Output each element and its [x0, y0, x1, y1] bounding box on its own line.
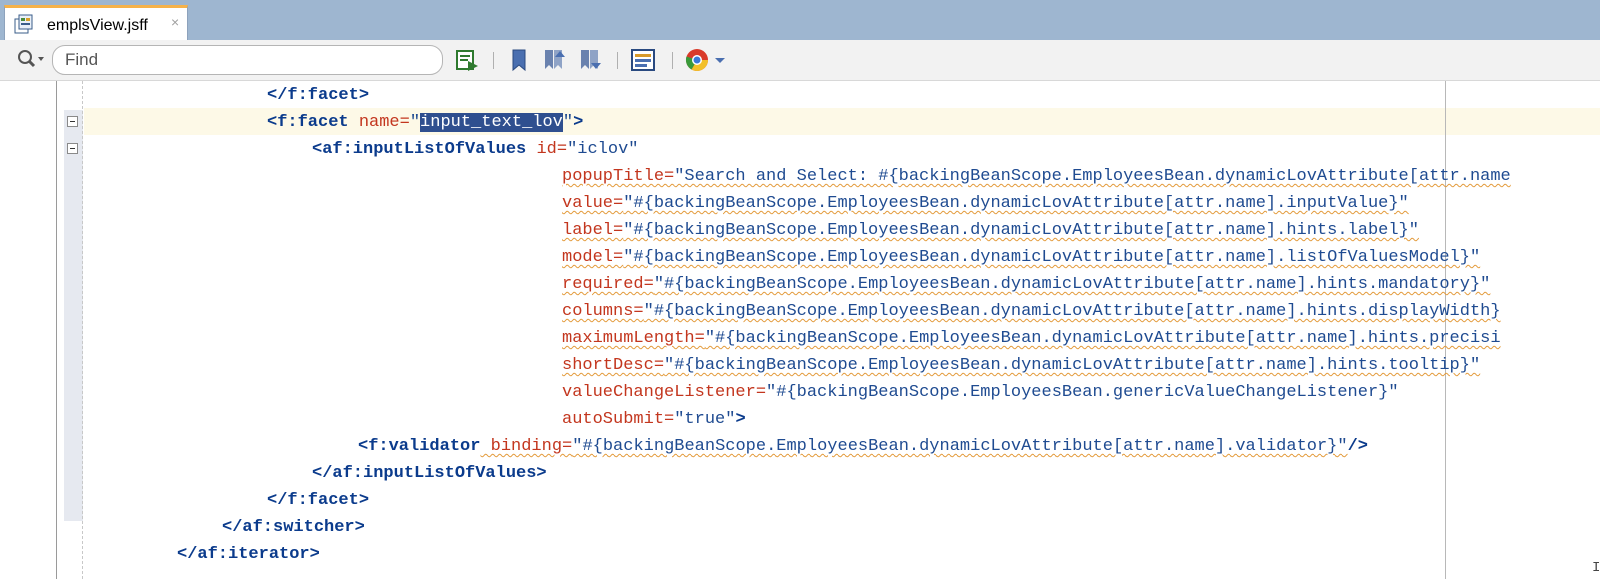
editor-tab-bar: emplsView.jsff ×	[0, 0, 1600, 40]
code-val: "#{backingBeanScope.EmployeesBean.generi…	[766, 383, 1399, 402]
dropdown-arrow-icon[interactable]	[712, 47, 728, 73]
code-val: "#{backingBeanScope.EmployeesBean.dynami…	[623, 221, 1419, 240]
code-tag: </af:inputListOfValues>	[312, 464, 547, 483]
fold-collapse-icon[interactable]	[67, 143, 78, 154]
code-attr: popupTitle=	[562, 167, 675, 186]
toggle-highlight-icon[interactable]	[630, 47, 656, 73]
code-val: "#{backingBeanScope.EmployeesBean.dynami…	[623, 248, 1481, 267]
code-line: required="#{backingBeanScope.EmployeesBe…	[562, 271, 1490, 298]
code-attr: binding=	[480, 437, 573, 456]
toolbar-separator	[617, 52, 618, 69]
toolbar-separator	[493, 52, 494, 69]
code-line: label="#{backingBeanScope.EmployeesBean.…	[562, 217, 1419, 244]
search-icon[interactable]	[16, 49, 46, 71]
code-val: "#{backingBeanScope.EmployeesBean.dynami…	[704, 329, 1501, 348]
code-line: </af:iterator>	[177, 541, 320, 568]
fold-collapse-icon[interactable]	[67, 116, 78, 127]
tab-emplsview-jsff[interactable]: emplsView.jsff ×	[4, 5, 188, 40]
toolbar-separator	[672, 52, 673, 69]
find-field[interactable]	[52, 45, 443, 75]
code-val: "true"	[674, 410, 736, 429]
code-line: </f:facet>	[267, 82, 369, 109]
code-tag: >	[735, 410, 746, 429]
previous-bookmark-icon[interactable]	[541, 47, 567, 73]
code-line: </af:switcher>	[222, 514, 365, 541]
code-tag: <af:inputListOfValues	[312, 140, 527, 159]
code-attr: maximumLength=	[562, 329, 705, 348]
code-line: </f:facet>	[267, 487, 369, 514]
close-icon[interactable]: ×	[171, 14, 179, 30]
code-tag: <f:validator	[358, 437, 481, 456]
code-attr: autoSubmit=	[562, 410, 675, 429]
selected-text: input_text_lov	[420, 113, 563, 132]
code-val: "#{backingBeanScope.EmployeesBean.dynami…	[664, 356, 1481, 375]
code-attr: value=	[562, 194, 624, 213]
fold-guide	[82, 81, 83, 579]
code-attr: model=	[562, 248, 624, 267]
code-attr: required=	[562, 275, 654, 294]
code-tag: <f:facet	[267, 113, 349, 132]
code-val: "	[409, 113, 421, 132]
editor-toolbar	[0, 40, 1600, 81]
code-tag: </f:facet>	[267, 491, 370, 510]
code-val: "Search and Select: #{backingBeanScope.E…	[674, 167, 1511, 186]
text-cursor-icon: I	[1592, 560, 1600, 576]
code-tag: />	[1347, 437, 1368, 456]
code-line: value="#{backingBeanScope.EmployeesBean.…	[562, 190, 1409, 217]
code-line: model="#{backingBeanScope.EmployeesBean.…	[562, 244, 1480, 271]
code-line: <f:validator binding="#{backingBeanScope…	[358, 433, 1368, 460]
code-val: "#{backingBeanScope.EmployeesBean.dynami…	[623, 194, 1409, 213]
code-attr: valueChangeListener=	[562, 383, 767, 402]
browser-preview-icon[interactable]	[684, 47, 710, 73]
code-line: <af:inputListOfValues id="iclov"	[312, 136, 638, 163]
code-line: columns="#{backingBeanScope.EmployeesBea…	[562, 298, 1501, 325]
search-input[interactable]	[65, 50, 425, 70]
code-attr: columns=	[562, 302, 644, 321]
code-val: "#{backingBeanScope.EmployeesBean.dynami…	[643, 302, 1501, 321]
code-editor[interactable]: </f:facet> <f:facet name="input_text_lov…	[0, 81, 1600, 579]
code-line: </af:inputListOfValues>	[312, 460, 547, 487]
next-bookmark-icon[interactable]	[577, 47, 603, 73]
toggle-bookmark-icon[interactable]	[506, 47, 532, 73]
code-val: "	[562, 113, 574, 132]
code-line: autoSubmit="true">	[562, 406, 746, 433]
code-attr: shortDesc=	[562, 356, 665, 375]
jsff-file-icon	[14, 14, 33, 34]
code-line: shortDesc="#{backingBeanScope.EmployeesB…	[562, 352, 1480, 379]
find-selection-icon[interactable]	[454, 47, 480, 73]
code-line: maximumLength="#{backingBeanScope.Employ…	[562, 325, 1501, 352]
code-line: <f:facet name="input_text_lov">	[267, 109, 583, 136]
code-val: "#{backingBeanScope.EmployeesBean.dynami…	[572, 437, 1348, 456]
code-val: "#{backingBeanScope.EmployeesBean.dynami…	[653, 275, 1491, 294]
gutter-border	[56, 81, 57, 579]
code-attr: label=	[562, 221, 624, 240]
code-tag: >	[573, 113, 584, 132]
code-tag: </af:switcher>	[222, 518, 365, 537]
fold-region	[64, 110, 83, 521]
code-val: "iclov"	[567, 140, 639, 159]
code-tag: </f:facet>	[267, 86, 370, 105]
code-line: valueChangeListener="#{backingBeanScope.…	[562, 379, 1399, 406]
code-line: popupTitle="Search and Select: #{backing…	[562, 163, 1511, 190]
tab-label: emplsView.jsff	[47, 17, 148, 34]
code-tag: </af:iterator>	[177, 545, 320, 564]
code-attr: id=	[526, 140, 568, 159]
code-attr: name=	[348, 113, 410, 132]
